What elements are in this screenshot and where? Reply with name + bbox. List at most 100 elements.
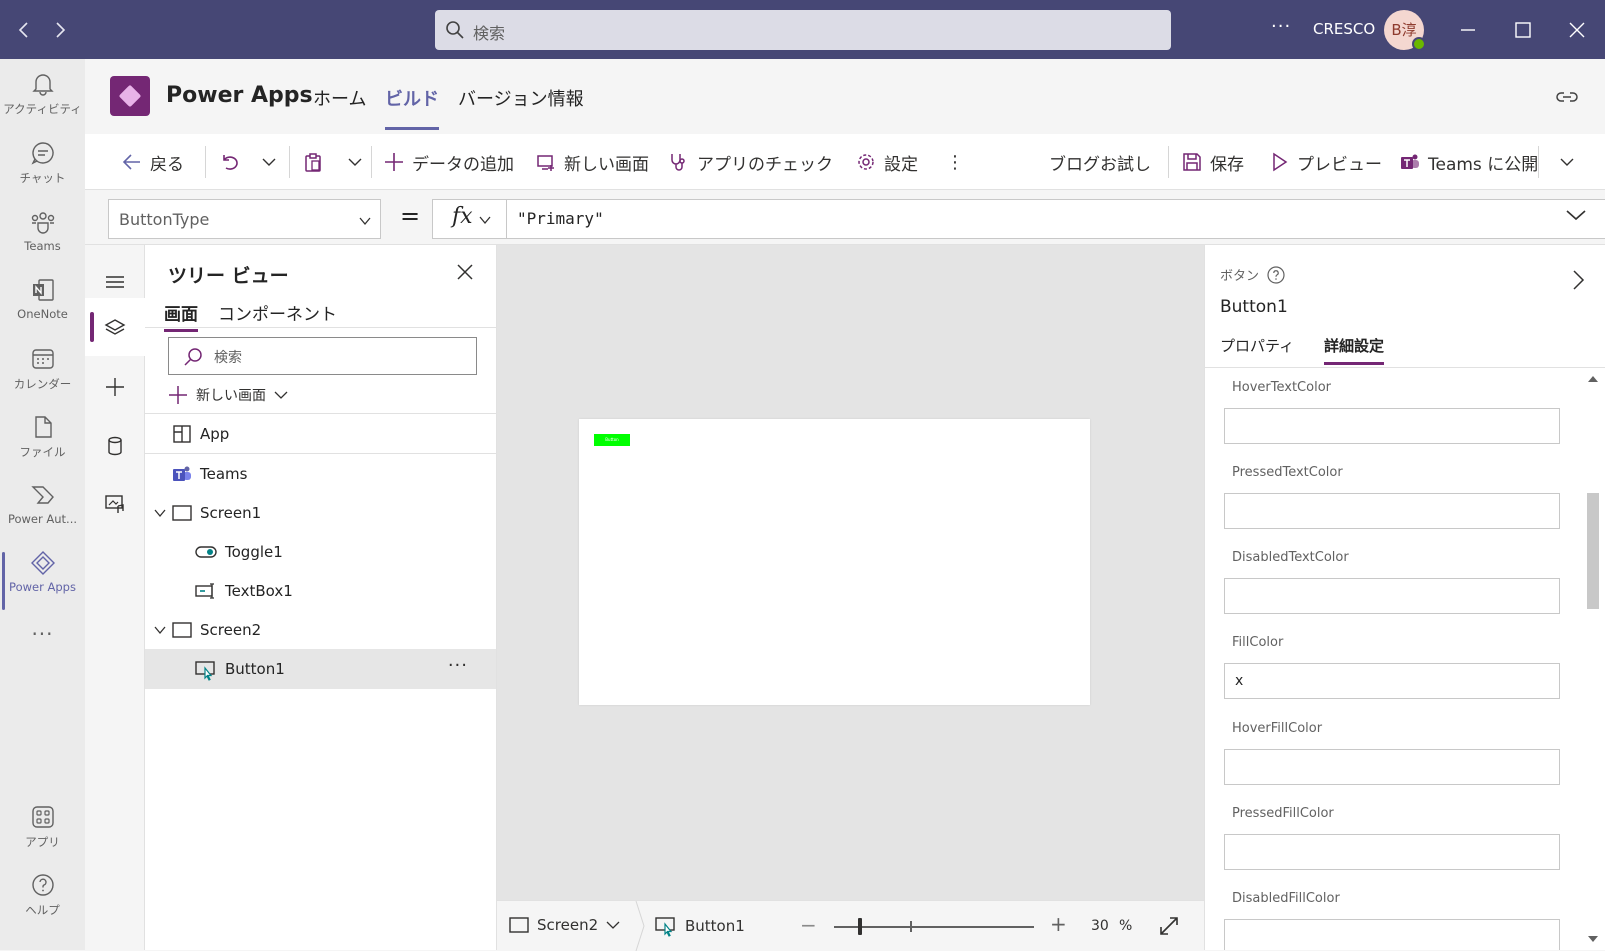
close-icon[interactable] (456, 263, 474, 281)
property-label: PressedFillColor (1232, 806, 1334, 821)
disabled-fill-color-input[interactable] (1224, 919, 1560, 950)
hover-text-color-input[interactable] (1224, 408, 1560, 444)
tab-properties[interactable]: プロパティ (1220, 335, 1294, 362)
scroll-up-icon[interactable] (1588, 376, 1598, 382)
zoom-slider-thumb[interactable] (858, 918, 862, 935)
undo-button[interactable] (219, 150, 239, 174)
tree-node-screen2[interactable]: Screen2 (145, 610, 496, 650)
collapse-panel-icon[interactable] (1571, 269, 1585, 291)
link-icon[interactable] (1555, 85, 1579, 109)
publish-teams-button[interactable]: Teams に公開 (1400, 150, 1538, 175)
rail-item-onenote[interactable]: OneNote (0, 277, 85, 339)
rail-item-apps[interactable]: アプリ (0, 804, 85, 866)
tree-node-teams[interactable]: Teams (145, 454, 496, 494)
fit-to-window-icon[interactable] (1158, 915, 1180, 937)
blog-button[interactable]: ブログお試し (1049, 150, 1151, 175)
property-label: HoverFillColor (1232, 721, 1323, 736)
preview-button[interactable]: プレビュー (1269, 150, 1382, 175)
fill-color-input[interactable]: x (1224, 663, 1560, 699)
save-icon (1183, 153, 1201, 171)
rail-item-teams[interactable]: Teams (0, 209, 85, 271)
rail-item-chat[interactable]: チャット (0, 140, 85, 202)
control-name[interactable]: Button1 (1220, 297, 1288, 317)
tab-components[interactable]: コンポーネント (218, 300, 337, 329)
rail-item-label: アプリ (25, 835, 60, 849)
fx-button[interactable]: fx (433, 200, 507, 238)
node-label: Toggle1 (225, 543, 283, 561)
app-screen-preview[interactable]: Button (579, 419, 1090, 705)
close-window-icon[interactable] (1565, 18, 1589, 42)
tree-node-textbox1[interactable]: TextBox1 (145, 571, 496, 611)
data-tab[interactable] (85, 416, 145, 474)
rail-item-power-apps[interactable]: Power Apps (0, 550, 85, 612)
tree-node-button1[interactable]: Button1 ··· (145, 649, 496, 689)
zoom-value[interactable]: 30 (1091, 918, 1109, 934)
tab-build[interactable]: ビルド (385, 85, 439, 130)
help-icon[interactable] (1267, 265, 1285, 284)
new-screen-button[interactable]: 新しい画面 (168, 383, 288, 407)
tab-home[interactable]: ホーム (313, 85, 366, 111)
maximize-icon[interactable] (1511, 18, 1535, 42)
rail-item-files[interactable]: ファイル (0, 414, 85, 476)
disabled-text-color-input[interactable] (1224, 578, 1560, 614)
properties-scrollbar[interactable] (1581, 368, 1605, 950)
property-dropdown[interactable]: ButtonType (108, 199, 381, 239)
rail-item-power-automate[interactable]: Power Aut... (0, 482, 85, 544)
avatar[interactable]: B淳 (1384, 10, 1426, 51)
insert-tab[interactable] (85, 357, 145, 415)
save-button[interactable]: 保存 (1182, 150, 1244, 175)
zoom-slider[interactable] (834, 926, 1034, 928)
divider (205, 146, 206, 178)
chevron-down-icon[interactable] (154, 624, 166, 636)
chevron-down-icon[interactable] (154, 507, 166, 519)
chevron-down-icon (1560, 158, 1574, 166)
scrollbar-thumb[interactable] (1587, 493, 1599, 609)
tree-search-input[interactable]: 検索 (168, 337, 477, 375)
rail-item-activity[interactable]: アクティビティ (0, 71, 85, 133)
scroll-down-icon[interactable] (1588, 936, 1598, 942)
zoom-out-button[interactable]: − (800, 913, 817, 937)
rail-item-help[interactable]: ヘルプ (0, 872, 85, 934)
property-label: DisabledTextColor (1232, 550, 1349, 565)
tree-node-screen1[interactable]: Screen1 (145, 493, 496, 533)
hover-fill-color-input[interactable] (1224, 749, 1560, 785)
publish-dropdown[interactable] (1559, 150, 1575, 174)
save-label: 保存 (1210, 154, 1244, 175)
zoom-in-button[interactable]: + (1050, 912, 1067, 936)
org-name[interactable]: CRESCO (1313, 20, 1375, 38)
back-arrow-icon[interactable] (12, 18, 36, 42)
node-more-options-button[interactable]: ··· (448, 655, 468, 676)
formula-input[interactable]: fx "Primary" (432, 199, 1605, 239)
tab-advanced[interactable]: 詳細設定 (1324, 335, 1385, 365)
tree-node-toggle1[interactable]: Toggle1 (145, 532, 496, 572)
pressed-fill-color-input[interactable] (1224, 834, 1560, 870)
rail-item-label: ファイル (19, 445, 66, 459)
more-apps-button[interactable]: ··· (0, 622, 85, 684)
minimize-icon[interactable] (1456, 18, 1480, 42)
settings-button[interactable]: 設定 (856, 150, 918, 175)
more-options-button[interactable]: ··· (1271, 16, 1291, 37)
tree-view-tab[interactable] (85, 298, 145, 356)
forward-arrow-icon[interactable] (48, 18, 72, 42)
expand-formula-icon[interactable] (1565, 208, 1587, 222)
app-checker-button[interactable]: アプリのチェック (669, 150, 833, 175)
paste-dropdown[interactable] (347, 150, 363, 174)
screen-icon (172, 622, 192, 638)
advanced-properties-list[interactable]: HoverTextColor PressedTextColor Disabled… (1205, 368, 1605, 950)
tree-node-app[interactable]: App (145, 414, 496, 454)
add-data-button[interactable]: データの追加 (384, 150, 514, 175)
pressed-text-color-input[interactable] (1224, 493, 1560, 529)
more-commands-button[interactable]: ⋮ (946, 150, 964, 174)
global-search-input[interactable]: 検索 (435, 10, 1171, 50)
tab-about[interactable]: バージョン情報 (458, 85, 584, 111)
back-button[interactable]: 戻る (122, 150, 184, 175)
rail-item-calendar[interactable]: カレンダー (0, 346, 85, 408)
design-canvas[interactable]: Button (497, 245, 1204, 900)
new-screen-button[interactable]: 新しい画面 (536, 150, 649, 175)
paste-button[interactable] (303, 150, 323, 174)
canvas-button-control[interactable]: Button (594, 434, 630, 446)
breadcrumb-control[interactable]: Button1 (655, 915, 745, 937)
undo-dropdown[interactable] (261, 150, 277, 174)
media-tab[interactable] (85, 474, 145, 532)
breadcrumb-screen[interactable]: Screen2 (509, 915, 620, 935)
